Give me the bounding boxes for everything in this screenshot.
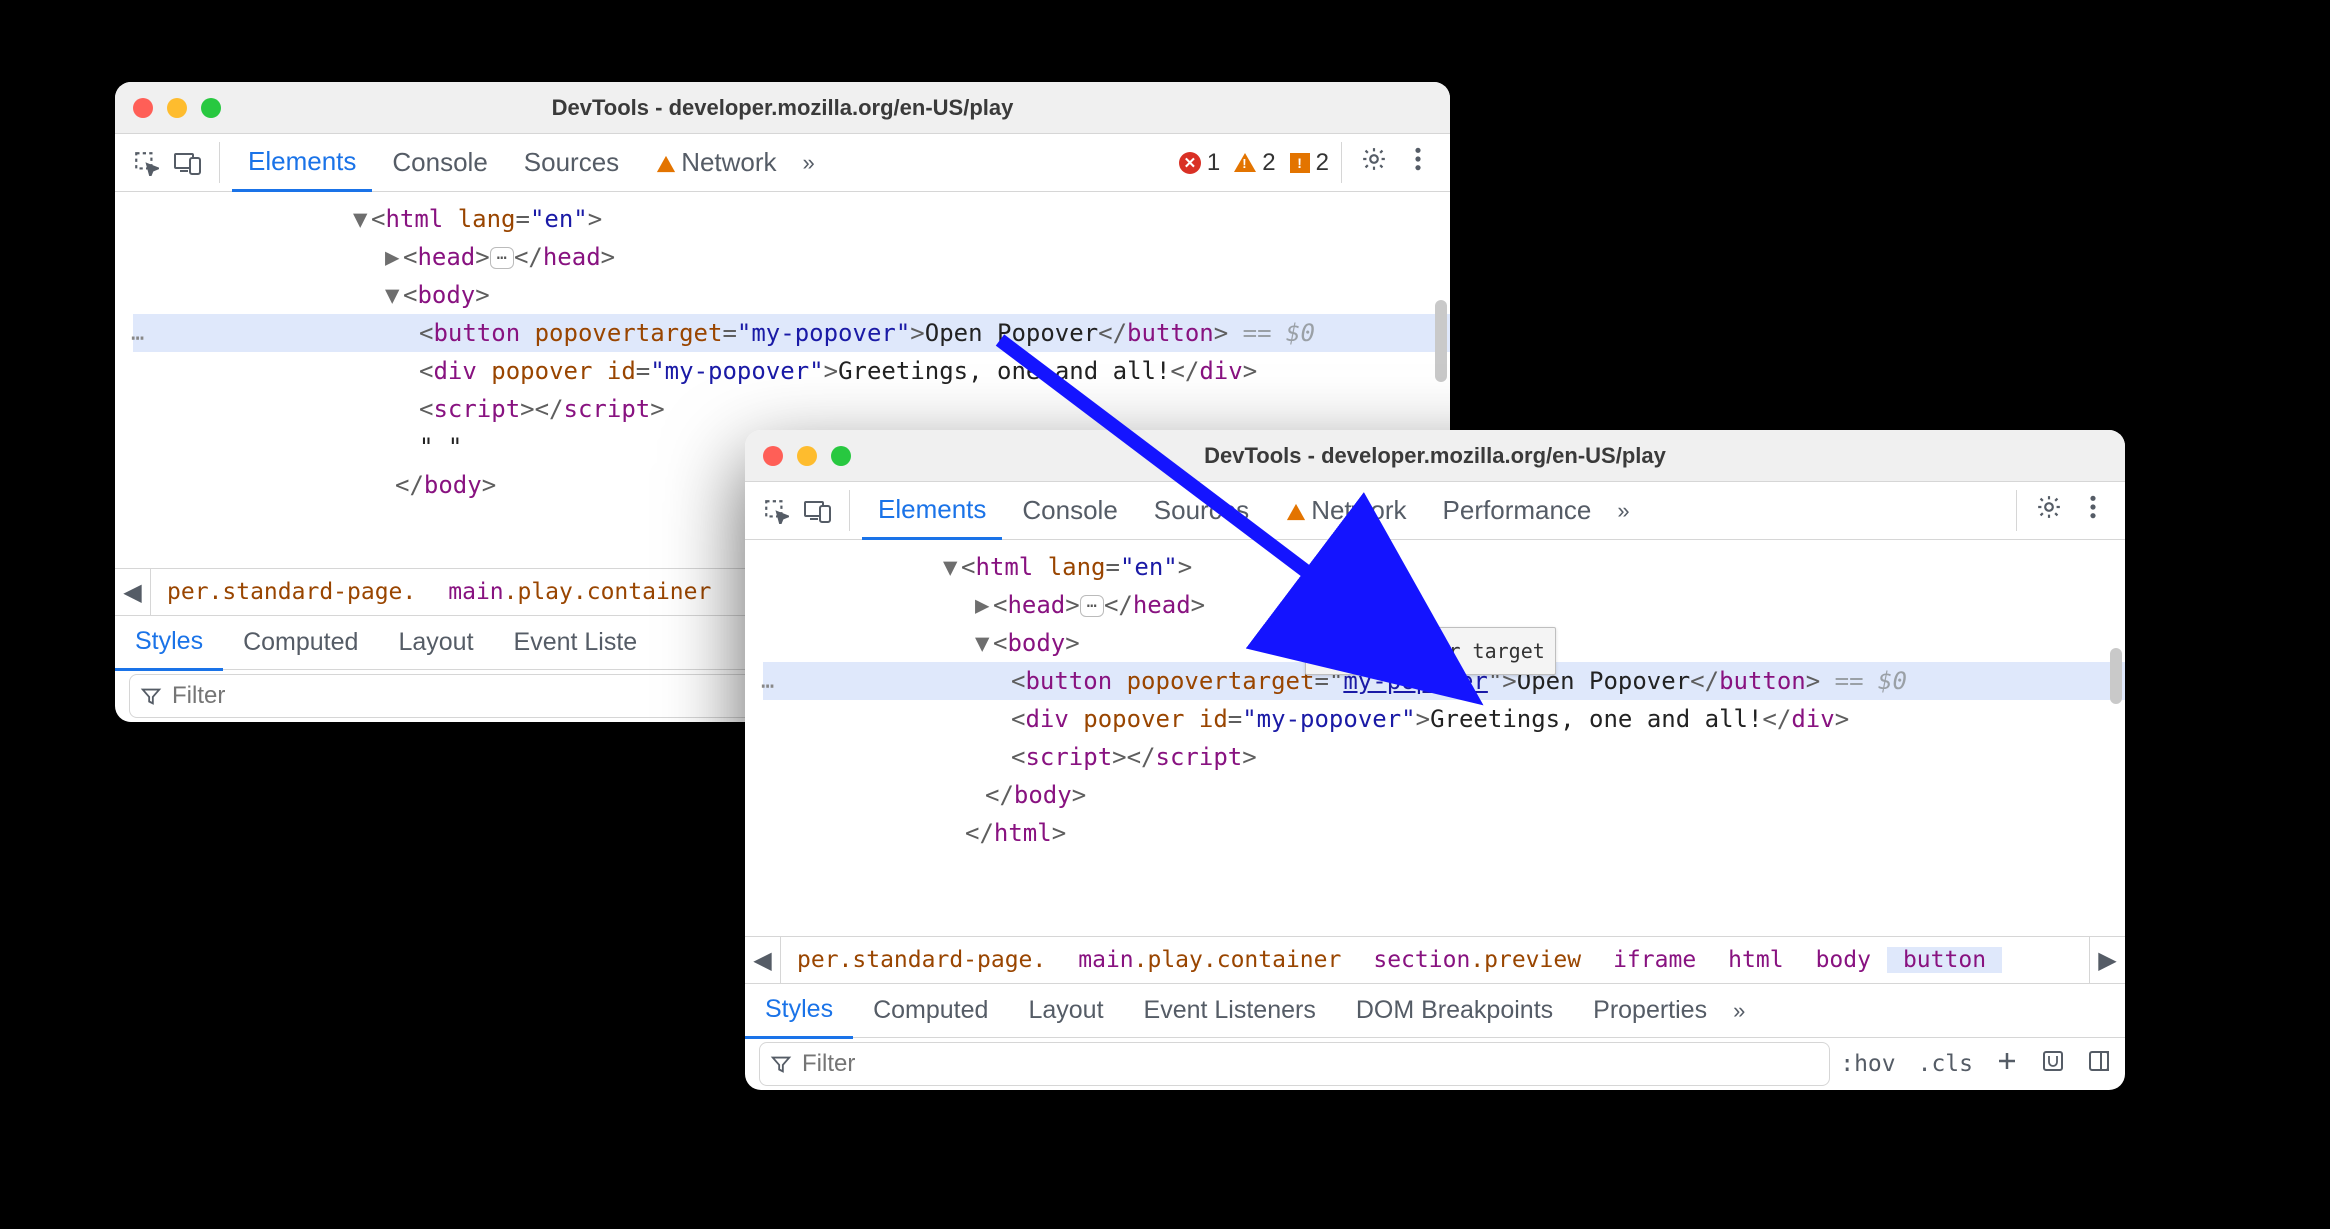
tab-console[interactable]: Console <box>1006 483 1133 538</box>
computed-style-icon[interactable] <box>2041 1049 2065 1079</box>
filter-icon <box>770 1053 792 1075</box>
tab-network[interactable]: Network <box>1269 483 1422 538</box>
crumb-item[interactable]: section.preview <box>1357 947 1597 973</box>
filter-icon <box>140 685 162 707</box>
inspect-icon[interactable] <box>127 144 165 182</box>
rendering-icon[interactable] <box>2087 1049 2111 1079</box>
styles-filter-bar: :hov .cls <box>745 1038 2125 1090</box>
warning-count: 2 <box>1262 149 1275 177</box>
titlebar[interactable]: DevTools - developer.mozilla.org/en-US/p… <box>115 82 1450 134</box>
tab-elements[interactable]: Elements <box>232 134 372 192</box>
traffic-lights <box>763 446 851 466</box>
minimize-icon[interactable] <box>167 98 187 118</box>
crumb-item[interactable]: iframe <box>1597 947 1712 973</box>
tab-sources[interactable]: Sources <box>1138 483 1265 538</box>
settings-icon[interactable] <box>2029 494 2069 527</box>
minimize-icon[interactable] <box>797 446 817 466</box>
crumb-item-selected[interactable]: button <box>1887 947 2002 973</box>
filter-input[interactable] <box>800 1049 1819 1079</box>
tab-elements[interactable]: Elements <box>862 482 1002 540</box>
crumb-item[interactable]: main.play.container <box>432 579 727 605</box>
dollar-zero: == $0 <box>1820 667 1907 695</box>
tab-network-label: Network <box>681 147 776 177</box>
subtab-layout[interactable]: Layout <box>1008 984 1123 1037</box>
issue-count: 2 <box>1316 149 1329 177</box>
div-text: Greetings, one and all! <box>1430 705 1762 733</box>
crumb-item[interactable]: html <box>1712 947 1799 973</box>
subtab-computed[interactable]: Computed <box>223 616 378 669</box>
crumb-item[interactable]: per.standard-page. <box>781 947 1062 973</box>
crumb-scroll-left-icon[interactable]: ◀ <box>115 569 151 615</box>
selected-node[interactable]: <button popovertarget="my-popover">Open … <box>133 314 1450 352</box>
ellipsis-badge[interactable]: ⋯ <box>490 247 514 269</box>
attr-value: "my-popover" <box>737 319 910 347</box>
styles-tabs: Styles Computed Layout Event Listeners D… <box>745 984 2125 1038</box>
main-toolbar: Elements Console Sources Network » ✕ 1 2 … <box>115 134 1450 192</box>
devtools-window-b: DevTools - developer.mozilla.org/en-US/p… <box>745 430 2125 1090</box>
close-icon[interactable] <box>763 446 783 466</box>
warning-icon <box>1234 153 1256 172</box>
subtab-styles[interactable]: Styles <box>745 983 853 1039</box>
crumb-scroll-right-icon[interactable]: ▶ <box>2089 937 2125 983</box>
crumb-item[interactable]: main.play.container <box>1062 947 1357 973</box>
issue-icon: ! <box>1290 153 1310 173</box>
titlebar[interactable]: DevTools - developer.mozilla.org/en-US/p… <box>745 430 2125 482</box>
subtab-computed[interactable]: Computed <box>853 984 1008 1037</box>
main-toolbar: Elements Console Sources Network Perform… <box>745 482 2125 540</box>
new-rule-icon[interactable] <box>1995 1049 2019 1079</box>
zoom-icon[interactable] <box>201 98 221 118</box>
zoom-icon[interactable] <box>831 446 851 466</box>
issue-counters[interactable]: ✕ 1 2 ! 2 <box>1179 149 1329 177</box>
tab-performance[interactable]: Performance <box>1427 483 1608 538</box>
error-icon: ✕ <box>1179 152 1201 174</box>
scrollbar-thumb[interactable] <box>1435 300 1447 382</box>
settings-icon[interactable] <box>1354 146 1394 179</box>
dollar-zero: == $0 <box>1228 319 1315 347</box>
subtabs-overflow-icon[interactable]: » <box>1727 998 1751 1024</box>
crumb-scroll-left-icon[interactable]: ◀ <box>745 937 781 983</box>
subtab-event-listeners[interactable]: Event Listeners <box>1124 984 1336 1037</box>
tab-network[interactable]: Network <box>639 135 792 190</box>
cls-toggle[interactable]: .cls <box>1918 1051 1973 1077</box>
subtab-event-listeners[interactable]: Event Liste <box>494 616 658 669</box>
inspect-icon[interactable] <box>757 492 795 530</box>
more-icon[interactable] <box>2073 494 2113 527</box>
tabs-overflow-icon[interactable]: » <box>797 150 821 176</box>
tab-console[interactable]: Console <box>376 135 503 190</box>
error-count: 1 <box>1207 149 1220 177</box>
hov-toggle[interactable]: :hov <box>1840 1051 1895 1077</box>
crumb-item[interactable]: body <box>1800 947 1887 973</box>
window-title: DevTools - developer.mozilla.org/en-US/p… <box>115 95 1450 121</box>
scrollbar-thumb[interactable] <box>2110 648 2122 704</box>
tab-network-label: Network <box>1311 495 1406 525</box>
breadcrumb[interactable]: ◀ per.standard-page. main.play.container… <box>745 936 2125 984</box>
more-icon[interactable] <box>1398 146 1438 179</box>
traffic-lights <box>133 98 221 118</box>
crumb-item[interactable]: per.standard-page. <box>151 579 432 605</box>
subtab-layout[interactable]: Layout <box>378 616 493 669</box>
tooltip: Show popover target <box>1305 627 1556 675</box>
whitespace-node: " " <box>419 433 462 461</box>
subtab-properties[interactable]: Properties <box>1573 984 1727 1037</box>
tabs-overflow-icon[interactable]: » <box>1611 498 1635 524</box>
close-icon[interactable] <box>133 98 153 118</box>
ellipsis-badge[interactable]: ⋯ <box>1080 595 1104 617</box>
subtab-dom-breakpoints[interactable]: DOM Breakpoints <box>1336 984 1573 1037</box>
window-title: DevTools - developer.mozilla.org/en-US/p… <box>745 443 2125 469</box>
div-text: Greetings, one and all! <box>838 357 1170 385</box>
device-toggle-icon[interactable] <box>799 492 837 530</box>
tab-sources[interactable]: Sources <box>508 135 635 190</box>
device-toggle-icon[interactable] <box>169 144 207 182</box>
subtab-styles[interactable]: Styles <box>115 615 223 671</box>
button-text: Open Popover <box>925 319 1098 347</box>
dom-tree[interactable]: ▼<html lang="en"> ▶<head>⋯</head> ▼<body… <box>745 540 2125 936</box>
